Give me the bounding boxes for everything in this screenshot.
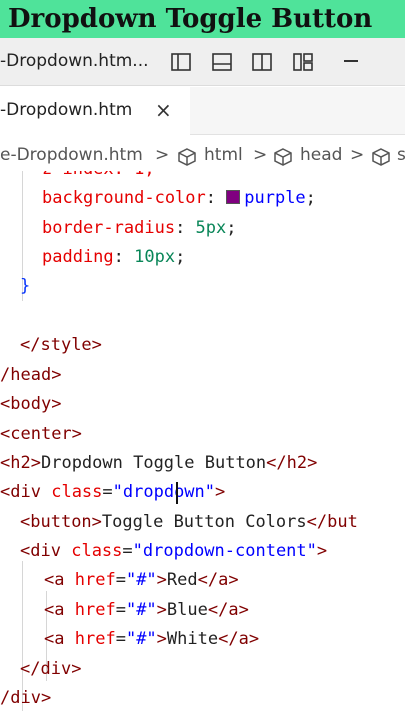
breadcrumb: e-Dropdown.htm > html > head > s	[0, 139, 405, 171]
code-line-div-dropdown: <div class="dropdown">	[0, 482, 226, 502]
window-title: -Dropdown.htm...	[0, 51, 149, 71]
close-icon[interactable]: ×	[155, 98, 172, 122]
window-titlebar: -Dropdown.htm...	[0, 38, 405, 86]
code-line-button: <button>Toggle Button Colors</but	[20, 512, 358, 532]
cube-icon	[274, 148, 292, 166]
tab-bar: -Dropdown.htm ×	[0, 87, 405, 135]
breadcrumb-item-style[interactable]: s	[397, 145, 405, 165]
code-line-center: <center>	[0, 424, 82, 444]
breadcrumb-item-head[interactable]: head	[300, 145, 342, 165]
cube-icon	[178, 148, 196, 166]
toggle-secondary-sidebar-icon[interactable]	[251, 51, 273, 73]
breadcrumb-file[interactable]: e-Dropdown.htm	[0, 145, 143, 165]
toggle-primary-sidebar-icon[interactable]	[170, 51, 192, 73]
minimize-button[interactable]	[344, 60, 358, 62]
code-line-style-close: </style>	[20, 335, 102, 355]
breadcrumb-separator: >	[155, 145, 170, 165]
code-line-h2: <h2>Dropdown Toggle Button</h2>	[0, 453, 318, 473]
code-line-4: padding: 10px;	[42, 247, 186, 267]
code-line-div-content: <div class="dropdown-content">	[20, 541, 328, 561]
code-line-div-content-close: </div>	[20, 659, 82, 679]
video-banner-title: Dropdown Toggle Button	[0, 0, 405, 38]
code-line-2: background-color: purple;	[42, 188, 316, 208]
tab-label: -Dropdown.htm	[0, 100, 133, 120]
breadcrumb-separator: >	[350, 145, 365, 165]
code-editor[interactable]: z-index: 1; background-color: purple; bo…	[0, 171, 405, 720]
toggle-panel-icon[interactable]	[211, 51, 233, 73]
code-line-3: border-radius: 5px;	[42, 218, 237, 238]
tab-dropdown-htm[interactable]: -Dropdown.htm ×	[0, 87, 190, 135]
customize-layout-icon[interactable]	[292, 51, 314, 73]
code-line-link-red: <a href="#">Red</a>	[44, 570, 239, 590]
code-line-body: <body>	[0, 394, 62, 414]
breadcrumb-separator: >	[253, 145, 268, 165]
cube-icon	[372, 148, 390, 166]
code-line-head-close: /head>	[0, 365, 62, 385]
color-swatch[interactable]	[226, 190, 241, 204]
breadcrumb-item-html[interactable]: html	[204, 145, 243, 165]
code-line-link-white: <a href="#">White</a>	[44, 629, 260, 649]
text-cursor	[176, 482, 178, 504]
code-line-link-blue: <a href="#">Blue</a>	[44, 600, 249, 620]
code-line-div-close: /div>	[0, 688, 52, 708]
code-line-5: }	[20, 276, 31, 296]
